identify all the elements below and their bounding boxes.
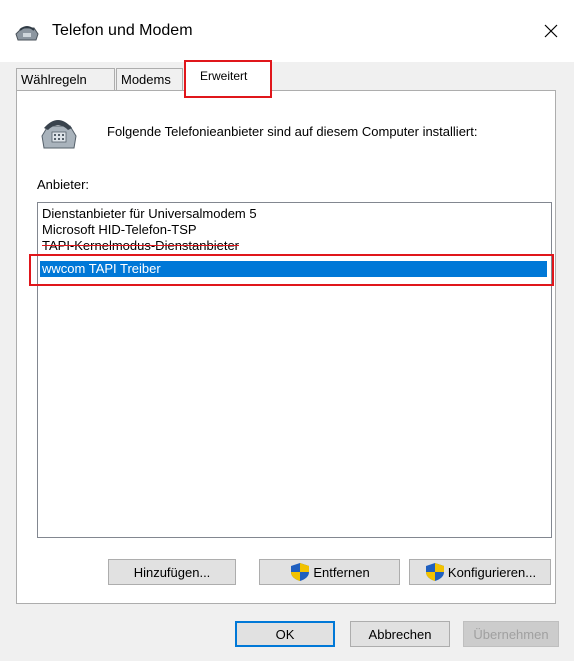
telephone-icon [41,120,77,149]
list-item-selected[interactable]: wwcom TAPI Treiber [40,261,547,277]
ok-button[interactable]: OK [235,621,335,647]
remove-button-label: Entfernen [313,564,370,580]
providers-list[interactable]: Dienstanbieter für Universalmodem 5 Micr… [37,202,552,538]
title-bar: Telefon und Modem [0,0,574,62]
list-item[interactable]: TAPI-Kernelmodus-Dienstanbieter [40,238,239,254]
tab-erweitert[interactable]: Erweitert [184,60,272,98]
apply-button[interactable]: Übernehmen [463,621,559,647]
window-title: Telefon und Modem [52,22,193,39]
tab-erweitert-label: Erweitert [200,69,248,83]
configure-button-label: Konfigurieren... [447,564,537,580]
close-icon [544,24,558,38]
cancel-button[interactable]: Abbrechen [350,621,450,647]
remove-button[interactable]: Entfernen [259,559,400,585]
intro-text: Folgende Telefonieanbieter sind auf dies… [107,124,478,139]
list-item[interactable]: Microsoft HID-Telefon-TSP [40,222,197,238]
list-item[interactable]: Dienstanbieter für Universalmodem 5 [40,206,257,222]
providers-label: Anbieter: [37,177,90,192]
add-button[interactable]: Hinzufügen... [108,559,236,585]
uac-shield-icon [425,563,444,581]
close-button[interactable] [528,0,574,62]
uac-shield-icon [291,563,310,581]
configure-button[interactable]: Konfigurieren... [409,559,551,585]
telephone-modem-icon [15,26,39,41]
tab-modems[interactable]: Modems [116,68,183,90]
tab-waehlregeln[interactable]: Wählregeln [16,68,115,90]
